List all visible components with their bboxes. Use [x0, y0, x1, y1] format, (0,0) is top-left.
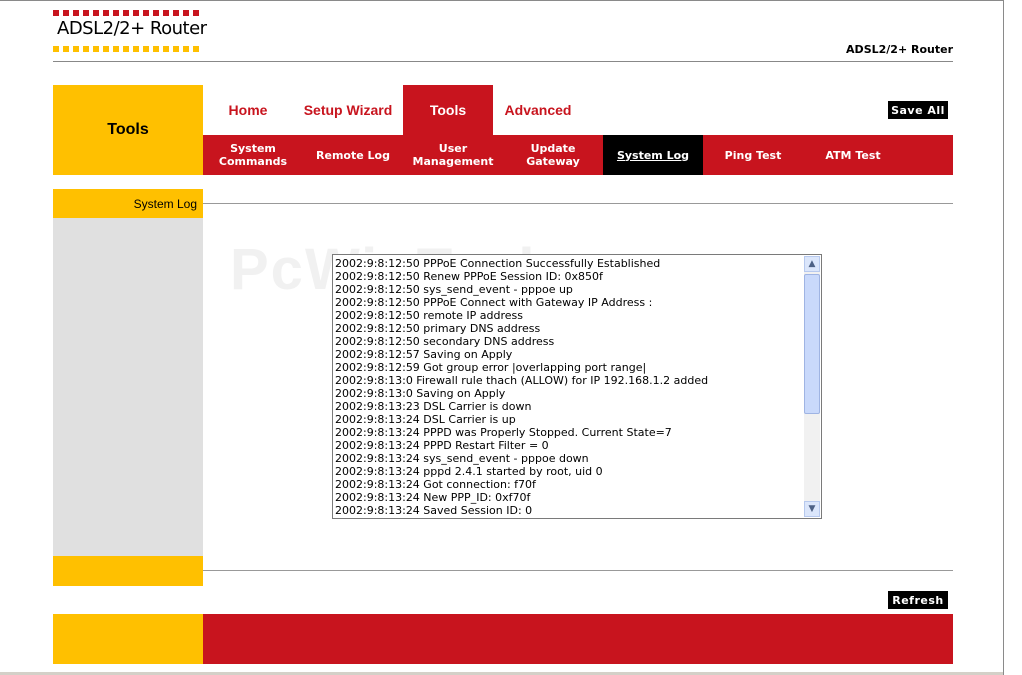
log-line: 2002:9:8:13:24 PPPD was Properly Stopped…	[335, 426, 672, 439]
log-line: 2002:9:8:12:59 Got group error |overlapp…	[335, 361, 647, 374]
log-line: 2002:9:8:13:24 Got connection: f70f	[335, 478, 536, 491]
brand-logo: ADSL2/2+ Router	[53, 10, 213, 55]
log-line: 2002:9:8:13:24 pppd 2.4.1 started by roo…	[335, 465, 603, 478]
sidebar-heading: System Log	[133, 196, 197, 211]
tab-advanced[interactable]: Advanced	[493, 85, 583, 135]
header-divider	[53, 61, 953, 62]
log-line: 2002:9:8:12:57 Saving on Apply	[335, 348, 513, 361]
footer-red-bar	[203, 614, 953, 664]
log-line: 2002:9:8:12:50 Renew PPPoE Session ID: 0…	[335, 270, 603, 283]
log-scrollbar[interactable]: ▲ ▼	[804, 256, 820, 517]
subtab-remote-log[interactable]: Remote Log	[303, 135, 403, 175]
log-line: 2002:9:8:12:50 remote IP address	[335, 309, 523, 322]
subtab-label: Update Gateway	[526, 142, 580, 168]
log-line: 2002:9:8:12:50 PPPoE Connect with Gatewa…	[335, 296, 653, 309]
tab-tools[interactable]: Tools	[403, 85, 493, 135]
subtab-atm-test[interactable]: ATM Test	[803, 135, 903, 175]
content-bottom-divider	[203, 570, 953, 571]
refresh-button[interactable]: Refresh	[888, 591, 948, 609]
log-line: 2002:9:8:13:24 New PPP_ID: 0xf70f	[335, 491, 531, 504]
page-header-title: ADSL2/2+ Router	[846, 43, 953, 56]
log-line: 2002:9:8:13:24 DSL Carrier is up	[335, 413, 516, 426]
log-line: 2002:9:8:12:50 sys_send_event - pppoe up	[335, 283, 573, 296]
log-lines: 2002:9:8:12:50 PPPoE Connection Successf…	[335, 257, 803, 516]
vertical-scrollbar-track[interactable]	[1003, 0, 1022, 675]
logo-yellow-dashes	[53, 46, 203, 52]
logo-text: ADSL2/2+ Router	[57, 18, 207, 39]
subtab-label: Remote Log	[316, 148, 390, 162]
log-line: 2002:9:8:13:24 Saved Session ID: 0	[335, 504, 533, 516]
subtab-ping-test[interactable]: Ping Test	[703, 135, 803, 175]
section-title: Tools	[107, 121, 149, 138]
window-top-border	[0, 0, 1003, 1]
subnav-bar: System Commands Remote Log User Manageme…	[203, 135, 953, 175]
log-line: 2002:9:8:12:50 PPPoE Connection Successf…	[335, 257, 661, 270]
scroll-up-arrow-icon[interactable]: ▲	[804, 256, 820, 272]
log-line: 2002:9:8:13:24 sys_send_event - pppoe do…	[335, 452, 589, 465]
subtab-label: System Log	[616, 148, 690, 162]
save-all-button[interactable]: Save All	[888, 101, 948, 119]
subtab-update-gateway[interactable]: Update Gateway	[503, 135, 603, 175]
subtab-label: System Commands	[218, 142, 288, 168]
footer-yellow-block	[53, 614, 203, 664]
log-line: 2002:9:8:13:23 DSL Carrier is down	[335, 400, 532, 413]
subtab-label: ATM Test	[825, 148, 881, 162]
section-title-box: Tools	[53, 85, 203, 175]
subtab-user-management[interactable]: User Management	[403, 135, 503, 175]
sidebar-heading-box: System Log	[53, 189, 203, 218]
log-line: 2002:9:8:13:24 PPPD Restart Filter = 0	[335, 439, 549, 452]
subtab-system-commands[interactable]: System Commands	[203, 135, 303, 175]
subtab-label: Ping Test	[724, 148, 782, 162]
log-line: 2002:9:8:13:0 Firewall rule thach (ALLOW…	[335, 374, 709, 387]
log-line: 2002:9:8:13:0 Saving on Apply	[335, 387, 506, 400]
scrollbar-thumb[interactable]	[804, 274, 820, 414]
subtab-system-log[interactable]: System Log	[603, 135, 703, 175]
content-top-divider	[203, 203, 953, 204]
logo-red-dashes	[53, 10, 203, 16]
log-line: 2002:9:8:12:50 secondary DNS address	[335, 335, 555, 348]
system-log-textarea[interactable]: 2002:9:8:12:50 PPPoE Connection Successf…	[332, 254, 822, 519]
sidebar-footer	[53, 556, 203, 586]
log-line: 2002:9:8:12:50 primary DNS address	[335, 322, 541, 335]
tab-setup-wizard[interactable]: Setup Wizard	[293, 85, 403, 135]
subtab-label: User Management	[412, 142, 494, 168]
sidebar-panel	[53, 218, 203, 556]
tab-home[interactable]: Home	[203, 85, 293, 135]
scroll-down-arrow-icon[interactable]: ▼	[804, 501, 820, 517]
